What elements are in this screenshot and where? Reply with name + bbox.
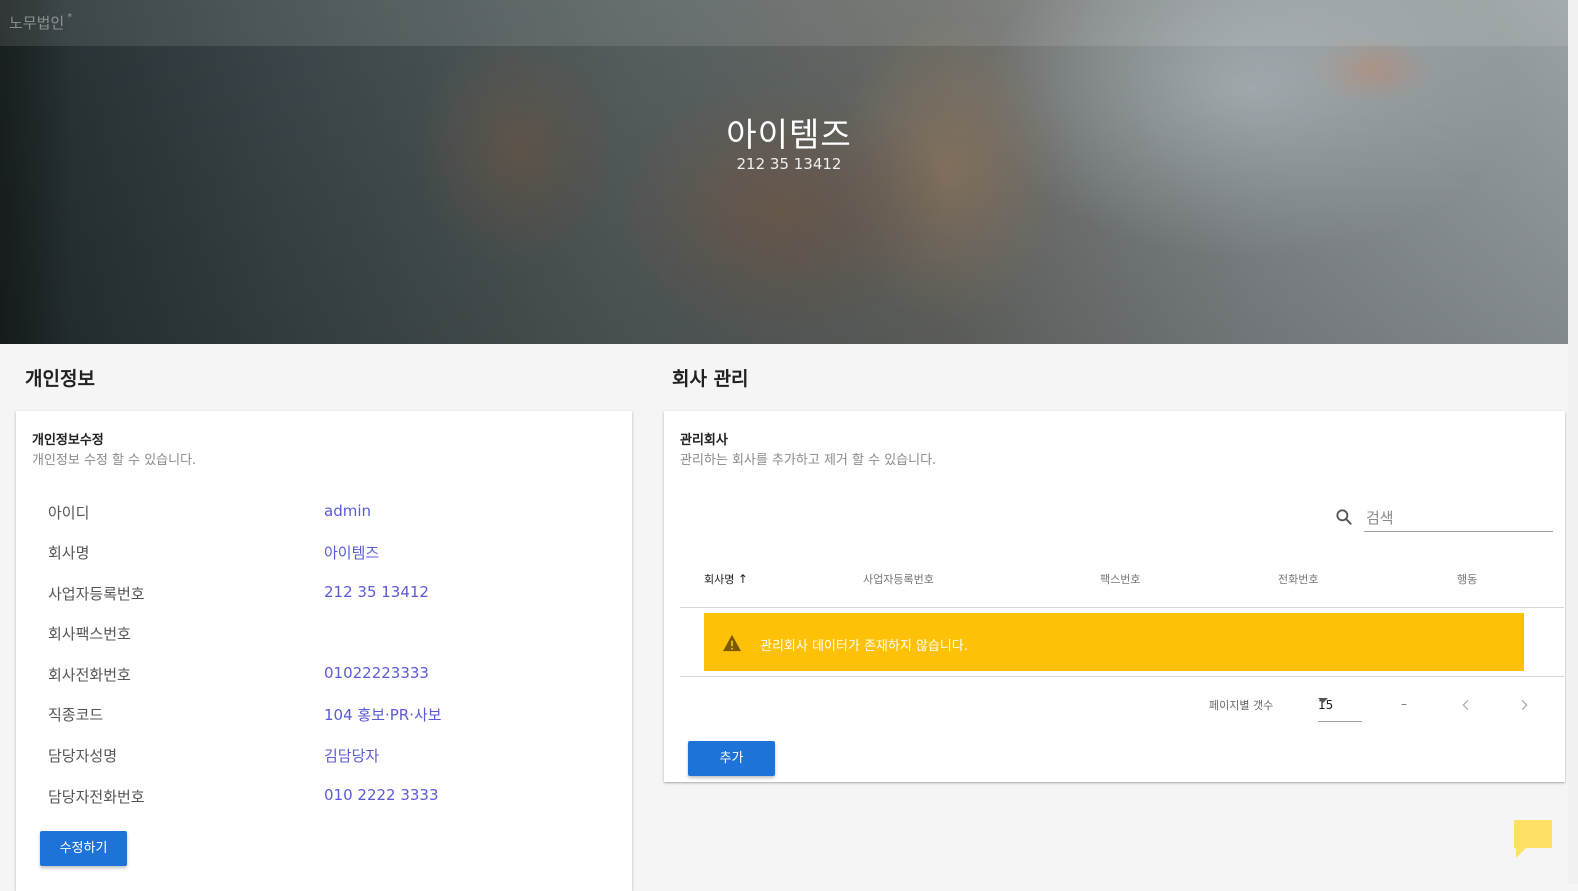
chevron-left-icon[interactable] <box>1458 697 1474 713</box>
info-value: 김담당자 <box>324 747 380 765</box>
info-label: 담당자성명 <box>48 747 118 765</box>
info-row-company-name: 회사명 아이템즈 <box>48 542 608 572</box>
info-label: 회사전화번호 <box>48 666 131 684</box>
personal-section-title: 개인정보 <box>25 368 95 390</box>
alert-message: 관리회사 데이터가 존재하지 않습니다. <box>760 639 968 654</box>
info-row-manager-phone: 담당자전화번호 010 2222 3333 <box>48 786 608 816</box>
page-range: – <box>1401 697 1407 711</box>
caret-down-icon <box>1318 698 1328 703</box>
info-label: 사업자등록번호 <box>48 585 145 603</box>
warning-icon <box>723 634 741 652</box>
info-row-manager-name: 담당자성명 김담당자 <box>48 745 608 775</box>
add-button[interactable]: 추가 <box>688 741 775 776</box>
page-scrollbar[interactable] <box>1568 0 1578 884</box>
table-header-divider <box>680 607 1564 608</box>
brand-mark: * <box>67 12 73 23</box>
info-label: 회사명 <box>48 544 90 562</box>
brand-name: 노무법인 <box>9 14 65 32</box>
chat-icon[interactable] <box>1512 818 1554 860</box>
empty-data-alert: 관리회사 데이터가 존재하지 않습니다. <box>704 613 1524 671</box>
search-input[interactable] <box>1364 505 1553 532</box>
info-label: 회사팩스번호 <box>48 625 131 643</box>
company-section-title: 회사 관리 <box>672 368 749 390</box>
sort-up-icon: ↑ <box>737 572 748 586</box>
hero-company-name: 아이템즈 <box>726 115 852 154</box>
info-value: 104 홍보·PR·사보 <box>324 706 442 724</box>
info-label: 아이디 <box>48 504 90 522</box>
company-card-description: 관리하는 회사를 추가하고 제거 할 수 있습니다. <box>680 453 937 468</box>
rows-per-page-label: 페이지별 갯수 <box>1209 699 1274 712</box>
column-header-company-name[interactable]: 회사명 ↑ <box>704 571 748 587</box>
column-header-actions: 행동 <box>1457 573 1478 586</box>
info-row-id: 아이디 admin <box>48 502 608 532</box>
info-value: admin <box>324 502 371 520</box>
info-value: 010 2222 3333 <box>324 786 439 804</box>
hero-business-number: 212 35 13412 <box>736 155 842 173</box>
company-management-card: 관리회사 관리하는 회사를 추가하고 제거 할 수 있습니다. 회사명 ↑ 사업… <box>664 411 1565 782</box>
personal-card-description: 개인정보 수정 할 수 있습니다. <box>32 453 197 468</box>
table-footer-divider <box>680 676 1564 677</box>
info-label: 담당자전화번호 <box>48 788 145 806</box>
search-icon <box>1336 509 1352 525</box>
rows-per-page-select[interactable]: 15 <box>1318 693 1362 722</box>
info-row-fax: 회사팩스번호 <box>48 623 608 653</box>
chevron-right-icon[interactable] <box>1516 697 1532 713</box>
personal-card-title: 개인정보수정 <box>32 433 104 448</box>
info-row-business-number: 사업자등록번호 212 35 13412 <box>48 583 608 613</box>
info-label: 직종코드 <box>48 706 104 724</box>
info-row-phone: 회사전화번호 01022223333 <box>48 664 608 694</box>
column-header-phone[interactable]: 전화번호 <box>1278 571 1318 587</box>
info-value: 01022223333 <box>324 664 429 682</box>
info-value: 212 35 13412 <box>324 583 429 601</box>
column-label: 회사명 <box>704 573 735 586</box>
column-header-fax[interactable]: 팩스번호 <box>1100 571 1140 587</box>
edit-button[interactable]: 수정하기 <box>40 831 127 866</box>
column-header-business-number[interactable]: 사업자등록번호 <box>863 571 934 587</box>
info-row-job-code: 직종코드 104 홍보·PR·사보 <box>48 704 608 734</box>
company-card-title: 관리회사 <box>680 433 728 448</box>
personal-info-card: 개인정보수정 개인정보 수정 할 수 있습니다. 아이디 admin 회사명 아… <box>16 411 632 891</box>
top-bar <box>0 0 1568 46</box>
info-value: 아이템즈 <box>324 544 380 562</box>
hero-banner: 노무법인 * 아이템즈 212 35 13412 <box>0 0 1568 344</box>
brand-logo[interactable]: 노무법인 * <box>9 12 72 33</box>
